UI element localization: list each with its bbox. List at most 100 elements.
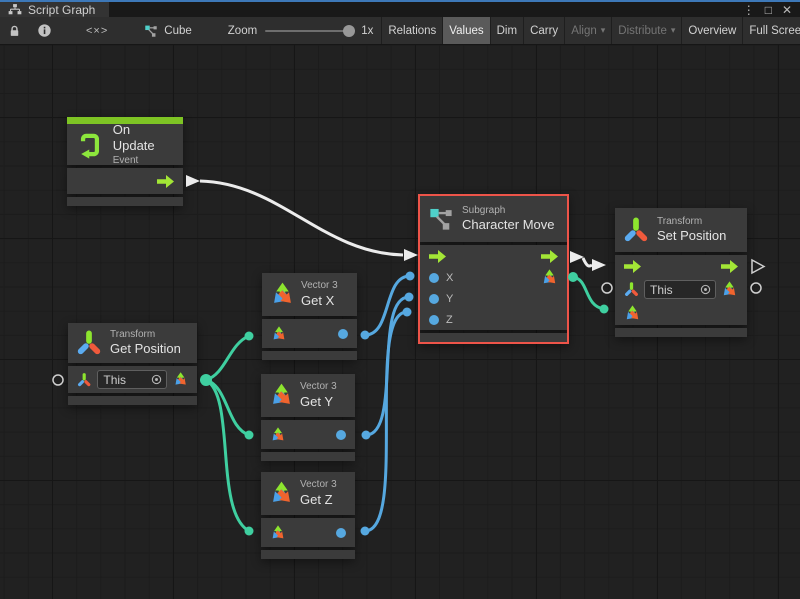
wire-getposition-to-getx[interactable] bbox=[206, 336, 249, 380]
fullscreen-button[interactable]: Full Screen bbox=[742, 17, 800, 44]
node-footer bbox=[68, 396, 197, 405]
node-body bbox=[261, 518, 355, 547]
exec-input-port[interactable] bbox=[429, 250, 446, 263]
this-object-field[interactable]: This bbox=[97, 370, 166, 389]
graph-icon bbox=[8, 3, 22, 16]
toolbar: <×> Cube Zoom 1x Relations Values Dim Ca… bbox=[0, 17, 800, 45]
wire-endpoint bbox=[200, 374, 212, 386]
node-header[interactable]: Vector 3 Get X bbox=[262, 273, 357, 316]
overview-button[interactable]: Overview bbox=[681, 17, 742, 44]
node-title: Get Position bbox=[110, 341, 181, 357]
zoom-slider[interactable] bbox=[265, 30, 353, 32]
object-picker-icon[interactable] bbox=[151, 374, 162, 385]
wire-charactermove-to-setposition[interactable] bbox=[583, 258, 592, 266]
node-character-move[interactable]: Subgraph Character Move X Y bbox=[420, 196, 567, 342]
port-label-z: Z bbox=[446, 314, 453, 326]
wire-endpoint bbox=[403, 308, 412, 317]
wire-endpoint bbox=[361, 527, 370, 536]
tab-script-graph[interactable]: Script Graph bbox=[0, 2, 109, 17]
wire-getposition-to-getz[interactable] bbox=[206, 380, 249, 531]
node-footer bbox=[262, 351, 357, 360]
menu-icon[interactable]: ⋮ bbox=[743, 4, 755, 16]
transform-input-port[interactable] bbox=[624, 282, 639, 297]
node-header[interactable]: On Update Event bbox=[67, 124, 183, 165]
wire-getposition-to-gety[interactable] bbox=[206, 380, 249, 435]
unconnected-output-port[interactable] bbox=[751, 283, 761, 293]
exec-output-port[interactable] bbox=[157, 175, 174, 188]
zoom-value: 1x bbox=[361, 25, 373, 37]
align-button[interactable]: Align ▾ bbox=[564, 17, 611, 44]
vector3-input-port[interactable] bbox=[271, 326, 287, 342]
transform-icon bbox=[623, 217, 649, 243]
zoom-control: Zoom 1x bbox=[220, 17, 382, 44]
vector3-input-port[interactable] bbox=[624, 305, 641, 322]
node-type-label: Vector 3 bbox=[301, 280, 338, 293]
lock-button[interactable] bbox=[0, 17, 29, 44]
float-input-port[interactable] bbox=[429, 315, 439, 325]
node-body bbox=[262, 319, 357, 348]
values-button[interactable]: Values bbox=[442, 17, 489, 44]
node-header[interactable]: Subgraph Character Move bbox=[420, 196, 567, 242]
vector3-output-port[interactable] bbox=[721, 281, 738, 298]
node-get-z[interactable]: Vector 3 Get Z bbox=[261, 472, 355, 559]
exec-output-port[interactable] bbox=[721, 260, 738, 273]
code-view-button[interactable]: <×> bbox=[60, 17, 134, 44]
unconnected-input-port[interactable] bbox=[53, 375, 63, 385]
float-output-port[interactable] bbox=[338, 329, 348, 339]
node-on-update[interactable]: On Update Event bbox=[67, 117, 183, 206]
object-picker-icon[interactable] bbox=[700, 284, 711, 295]
dim-button[interactable]: Dim bbox=[490, 17, 523, 44]
node-body: This bbox=[615, 255, 747, 325]
wire-endpoint bbox=[568, 272, 578, 282]
transform-icon bbox=[76, 330, 102, 356]
node-get-x[interactable]: Vector 3 Get X bbox=[262, 273, 357, 360]
exec-input-port[interactable] bbox=[624, 260, 641, 273]
node-header[interactable]: Transform Set Position bbox=[615, 208, 747, 252]
wire-onupdate-to-charactermove[interactable] bbox=[200, 181, 403, 255]
wire-endpoint bbox=[245, 332, 254, 341]
wire-charactermove-to-setposition-vector[interactable] bbox=[573, 277, 604, 309]
wire-endpoint bbox=[405, 293, 414, 302]
wire-getz-to-z[interactable] bbox=[365, 312, 407, 531]
exec-output-port[interactable] bbox=[541, 250, 558, 263]
node-set-position[interactable]: Transform Set Position This bbox=[615, 208, 747, 337]
float-input-port[interactable] bbox=[429, 273, 439, 283]
node-type-label: Vector 3 bbox=[300, 381, 337, 394]
node-header[interactable]: Vector 3 Get Z bbox=[261, 472, 355, 515]
close-icon[interactable]: ✕ bbox=[782, 4, 792, 16]
wire-getx-to-x[interactable] bbox=[365, 276, 410, 335]
graph-canvas[interactable]: On Update Event Transform Get Position bbox=[0, 45, 800, 599]
float-input-port[interactable] bbox=[429, 294, 439, 304]
node-body bbox=[67, 168, 183, 194]
inspect-button[interactable] bbox=[29, 17, 60, 44]
dropdown-caret-icon: ▾ bbox=[671, 26, 676, 35]
unconnected-exec-output-port[interactable] bbox=[752, 260, 764, 273]
node-body: X Y Z bbox=[420, 245, 567, 330]
subgraph-icon bbox=[428, 206, 454, 232]
wire-endpoint bbox=[245, 431, 254, 440]
this-object-field[interactable]: This bbox=[644, 280, 716, 299]
dropdown-caret-icon: ▾ bbox=[601, 26, 606, 35]
relations-button[interactable]: Relations bbox=[381, 17, 442, 44]
unconnected-input-port[interactable] bbox=[602, 283, 612, 293]
titlebar: Script Graph ⋮ □ ✕ bbox=[0, 0, 800, 17]
wire-gety-to-y[interactable] bbox=[366, 297, 409, 435]
vector3-input-port[interactable] bbox=[270, 427, 286, 443]
vector3-output-port[interactable] bbox=[541, 269, 558, 286]
script-graph-window: Script Graph ⋮ □ ✕ <×> bbox=[0, 0, 800, 599]
float-output-port[interactable] bbox=[336, 430, 346, 440]
vector3-input-port[interactable] bbox=[270, 525, 286, 541]
maximize-icon[interactable]: □ bbox=[765, 4, 772, 16]
node-title: Get Z bbox=[300, 492, 337, 508]
node-get-y[interactable]: Vector 3 Get Y bbox=[261, 374, 355, 461]
distribute-button[interactable]: Distribute ▾ bbox=[611, 17, 681, 44]
carry-button[interactable]: Carry bbox=[523, 17, 564, 44]
node-header[interactable]: Transform Get Position bbox=[68, 323, 197, 363]
transform-input-port[interactable] bbox=[77, 372, 91, 388]
graph-target[interactable]: Cube bbox=[134, 17, 202, 44]
node-header[interactable]: Vector 3 Get Y bbox=[261, 374, 355, 417]
vector3-output-port[interactable] bbox=[173, 371, 188, 388]
float-output-port[interactable] bbox=[336, 528, 346, 538]
node-get-position[interactable]: Transform Get Position This bbox=[68, 323, 197, 405]
zoom-slider-handle[interactable] bbox=[343, 25, 355, 37]
